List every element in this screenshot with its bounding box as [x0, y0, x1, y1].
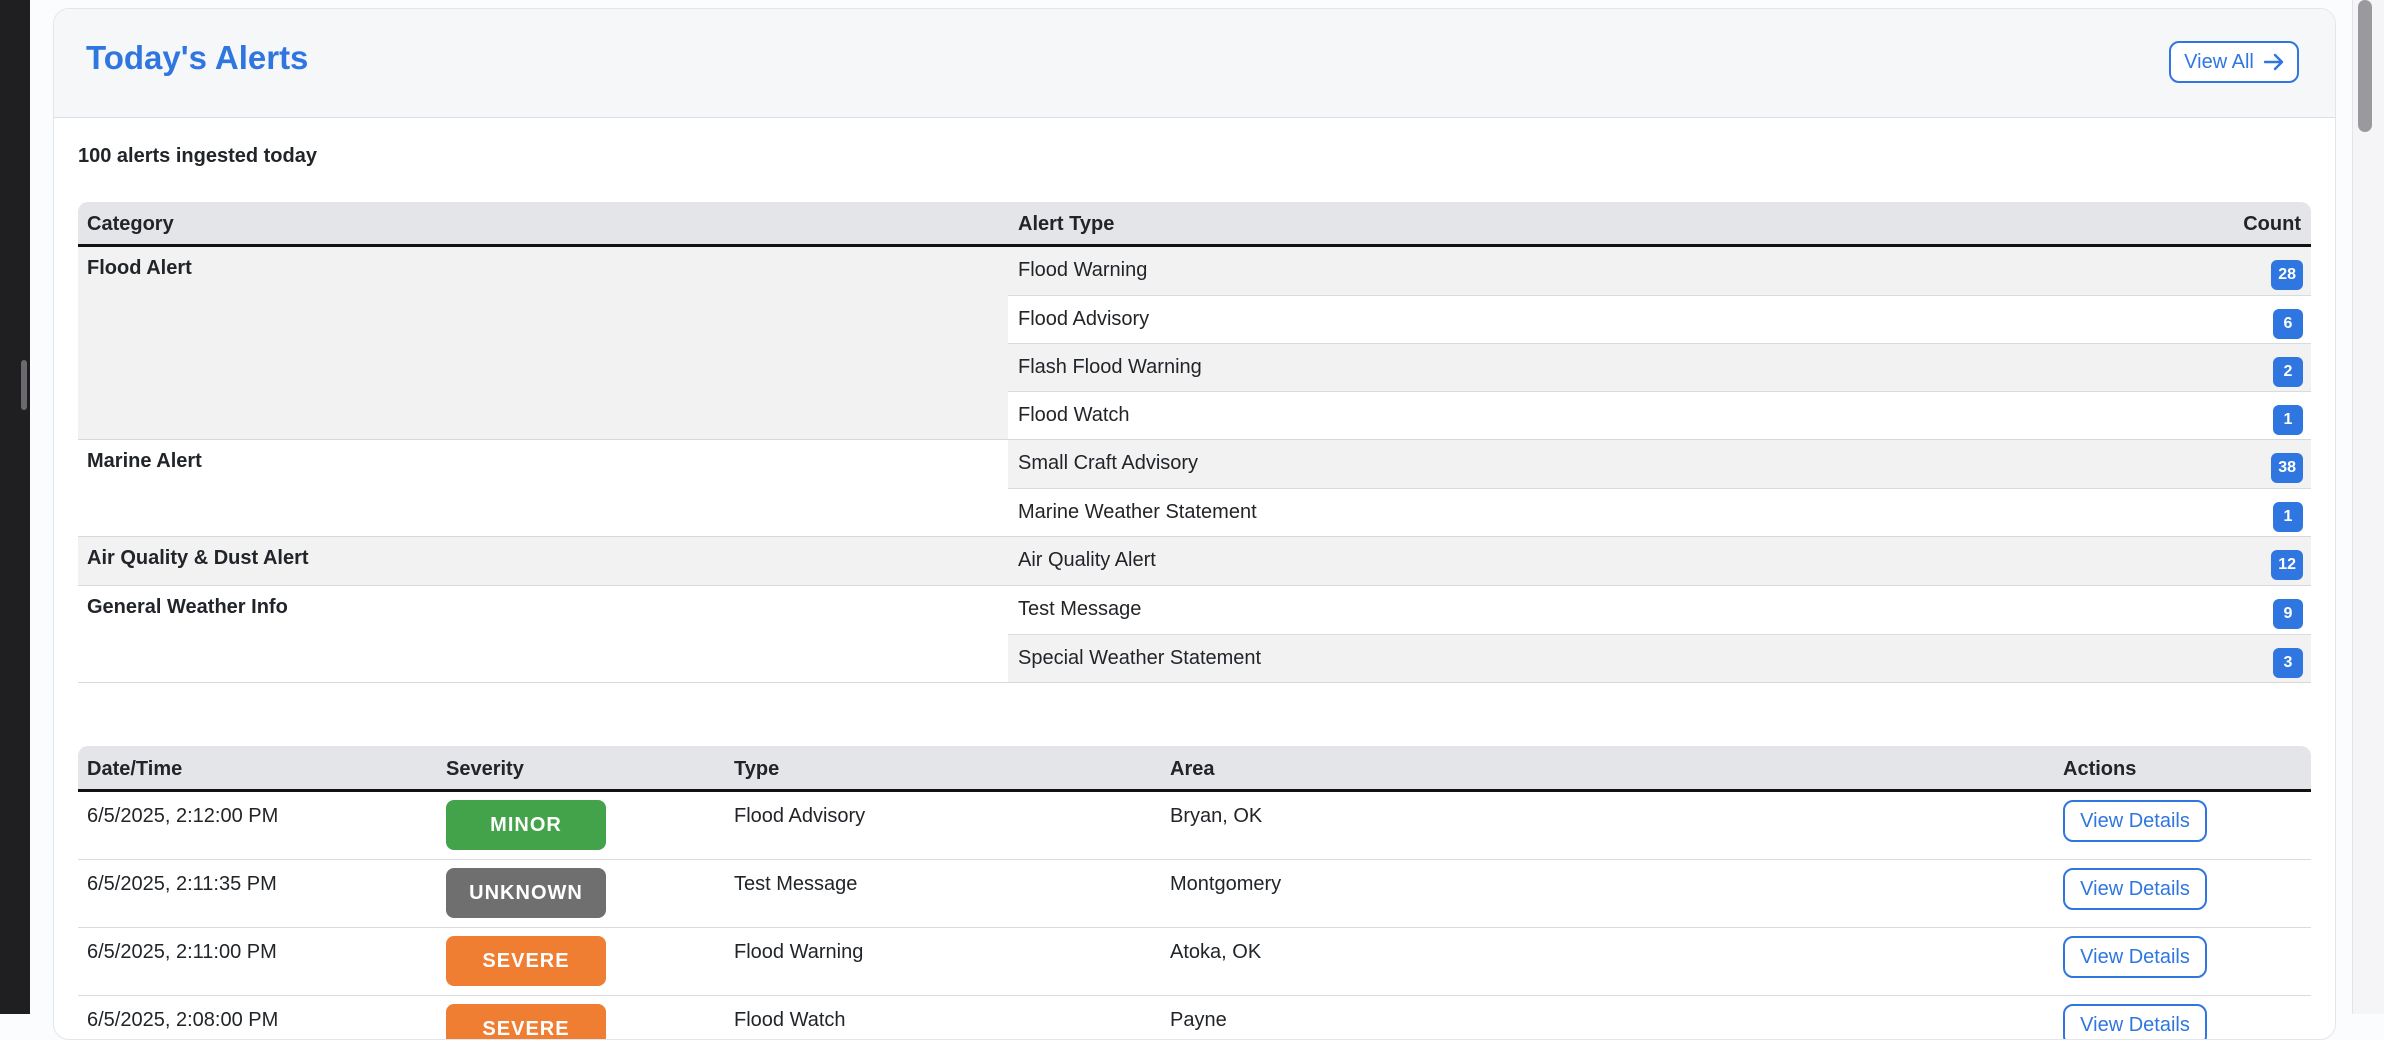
type-cell: Flood Watch — [734, 1009, 846, 1031]
type-cell: Test Message — [734, 873, 858, 895]
category-label: General Weather Info — [87, 596, 288, 618]
alerts-table-header: Date/Time Severity Type Area Actions — [78, 746, 2311, 792]
column-header-count: Count — [2243, 213, 2301, 235]
severity-badge: MINOR — [446, 800, 606, 850]
severity-badge: SEVERE — [446, 936, 606, 986]
alert-type-row: Flood Advisory 6 — [1008, 295, 2311, 343]
alert-type-label: Air Quality Alert — [1018, 549, 1156, 571]
area-cell: Montgomery — [1170, 873, 1282, 895]
category-label: Marine Alert — [87, 450, 202, 472]
alert-type-label: Test Message — [1018, 598, 1142, 620]
alert-type-rows: Flood Warning 28 Flood Advisory 6 Flash Floo… — [1008, 247, 2311, 439]
category-group: Flood Alert Flood Warning 28 Flood Advisory… — [78, 247, 2311, 440]
column-header-area: Area — [1170, 758, 1215, 780]
alert-type-label: Special Weather Statement — [1018, 647, 1262, 669]
count-badge: 9 — [2273, 599, 2303, 629]
datetime-cell: 6/5/2025, 2:11:00 PM — [87, 941, 277, 963]
table-row: 6/5/2025, 2:08:00 PM SEVERE Flood Watch Pay… — [78, 996, 2311, 1039]
category-summary-table: Category Alert Type Count Flood Alert Flo… — [78, 202, 2311, 683]
view-details-button[interactable]: View Details — [2063, 936, 2207, 978]
column-header-datetime: Date/Time — [87, 758, 183, 780]
category-label: Air Quality & Dust Alert — [87, 547, 309, 569]
alert-type-row: Marine Weather Statement 1 — [1008, 488, 2311, 536]
category-group: Air Quality & Dust Alert Air Quality Aler… — [78, 537, 2311, 586]
alert-type-row: Small Craft Advisory 38 — [1008, 440, 2311, 488]
alert-type-label: Flood Advisory — [1018, 308, 1150, 330]
scrollbar-thumb[interactable] — [2358, 0, 2372, 132]
view-details-button[interactable]: View Details — [2063, 800, 2207, 842]
alert-type-rows: Air Quality Alert 12 — [1008, 537, 2311, 585]
count-badge: 1 — [2273, 502, 2303, 532]
alert-type-row: Test Message 9 — [1008, 586, 2311, 634]
area-cell: Atoka, OK — [1170, 941, 1262, 963]
alert-type-label: Small Craft Advisory — [1018, 452, 1199, 474]
alerts-card: Today's Alerts View All 100 alerts inges… — [53, 8, 2336, 1040]
alert-type-row: Flood Warning 28 — [1008, 247, 2311, 295]
view-details-button[interactable]: View Details — [2063, 1004, 2207, 1039]
resize-handle[interactable] — [21, 360, 27, 410]
column-header-category: Category — [87, 213, 174, 235]
view-details-button[interactable]: View Details — [2063, 868, 2207, 910]
column-header-alert-type: Alert Type — [1018, 213, 1115, 235]
left-window-edge — [0, 0, 30, 1014]
severity-badge: SEVERE — [446, 1004, 606, 1039]
datetime-cell: 6/5/2025, 2:08:00 PM — [87, 1009, 279, 1031]
page-title: Today's Alerts — [86, 39, 309, 76]
alert-type-rows: Small Craft Advisory 38 Marine Weather Sta… — [1008, 440, 2311, 536]
type-cell: Flood Advisory — [734, 805, 866, 827]
alert-type-row: Flash Flood Warning 2 — [1008, 343, 2311, 391]
alert-type-row: Flood Watch 1 — [1008, 391, 2311, 439]
count-badge: 6 — [2273, 309, 2303, 339]
alert-type-label: Flood Warning — [1018, 259, 1148, 281]
column-header-type: Type — [734, 758, 780, 780]
scrollbar-track[interactable] — [2352, 0, 2384, 1014]
alert-type-label: Flash Flood Warning — [1018, 356, 1202, 378]
card-header: Today's Alerts View All — [54, 9, 2335, 118]
count-badge: 2 — [2273, 357, 2303, 387]
area-cell: Bryan, OK — [1170, 805, 1263, 827]
table-row: 6/5/2025, 2:11:35 PM UNKNOWN Test Message M… — [78, 860, 2311, 928]
summary-table-header: Category Alert Type Count — [78, 202, 2311, 247]
column-header-actions: Actions — [2063, 758, 2137, 780]
alert-type-rows: Test Message 9 Special Weather Statement 3 — [1008, 586, 2311, 682]
count-badge: 3 — [2273, 648, 2303, 678]
alert-type-row: Special Weather Statement 3 — [1008, 634, 2311, 682]
arrow-right-icon — [2263, 53, 2284, 71]
category-group: General Weather Info Test Message 9 Special… — [78, 586, 2311, 683]
severity-badge: UNKNOWN — [446, 868, 606, 918]
alerts-table: Date/Time Severity Type Area Actions 6/5… — [78, 746, 2311, 1039]
count-badge: 12 — [2271, 550, 2303, 580]
count-badge: 38 — [2271, 453, 2303, 483]
datetime-cell: 6/5/2025, 2:12:00 PM — [87, 805, 279, 827]
category-label: Flood Alert — [87, 257, 192, 279]
alert-type-label: Marine Weather Statement — [1018, 501, 1257, 523]
summary-table-body: Flood Alert Flood Warning 28 Flood Advisory… — [78, 247, 2311, 683]
datetime-cell: 6/5/2025, 2:11:35 PM — [87, 873, 277, 895]
view-all-label: View All — [2184, 50, 2254, 73]
view-all-button[interactable]: View All — [2169, 41, 2299, 83]
count-badge: 28 — [2271, 260, 2303, 290]
alerts-summary-text: 100 alerts ingested today — [78, 145, 317, 167]
alert-type-row: Air Quality Alert 12 — [1008, 537, 2311, 585]
alert-type-label: Flood Watch — [1018, 404, 1130, 426]
alerts-table-body: 6/5/2025, 2:12:00 PM MINOR Flood Advisory B… — [78, 792, 2311, 1039]
column-header-severity: Severity — [446, 758, 524, 780]
table-row: 6/5/2025, 2:11:00 PM SEVERE Flood Warning A… — [78, 928, 2311, 996]
table-row: 6/5/2025, 2:12:00 PM MINOR Flood Advisory B… — [78, 792, 2311, 860]
type-cell: Flood Warning — [734, 941, 864, 963]
area-cell: Payne — [1170, 1009, 1227, 1031]
count-badge: 1 — [2273, 405, 2303, 435]
category-group: Marine Alert Small Craft Advisory 38 Marine… — [78, 440, 2311, 537]
